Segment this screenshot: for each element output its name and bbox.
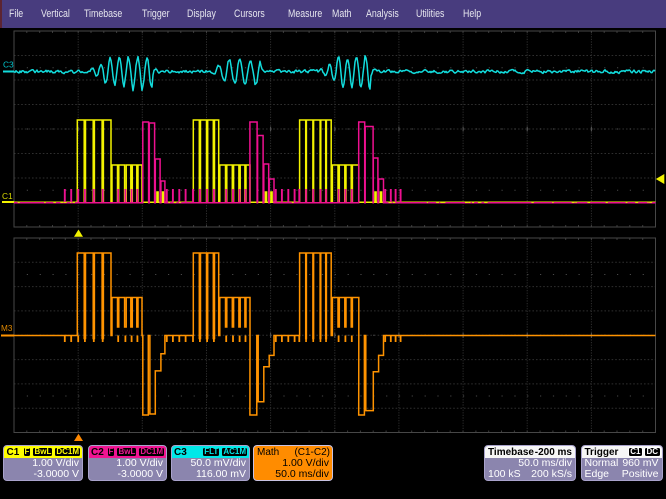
svg-text:M3: M3 — [1, 324, 13, 333]
svg-text:C3: C3 — [3, 60, 14, 70]
svg-text:C1: C1 — [2, 191, 13, 201]
